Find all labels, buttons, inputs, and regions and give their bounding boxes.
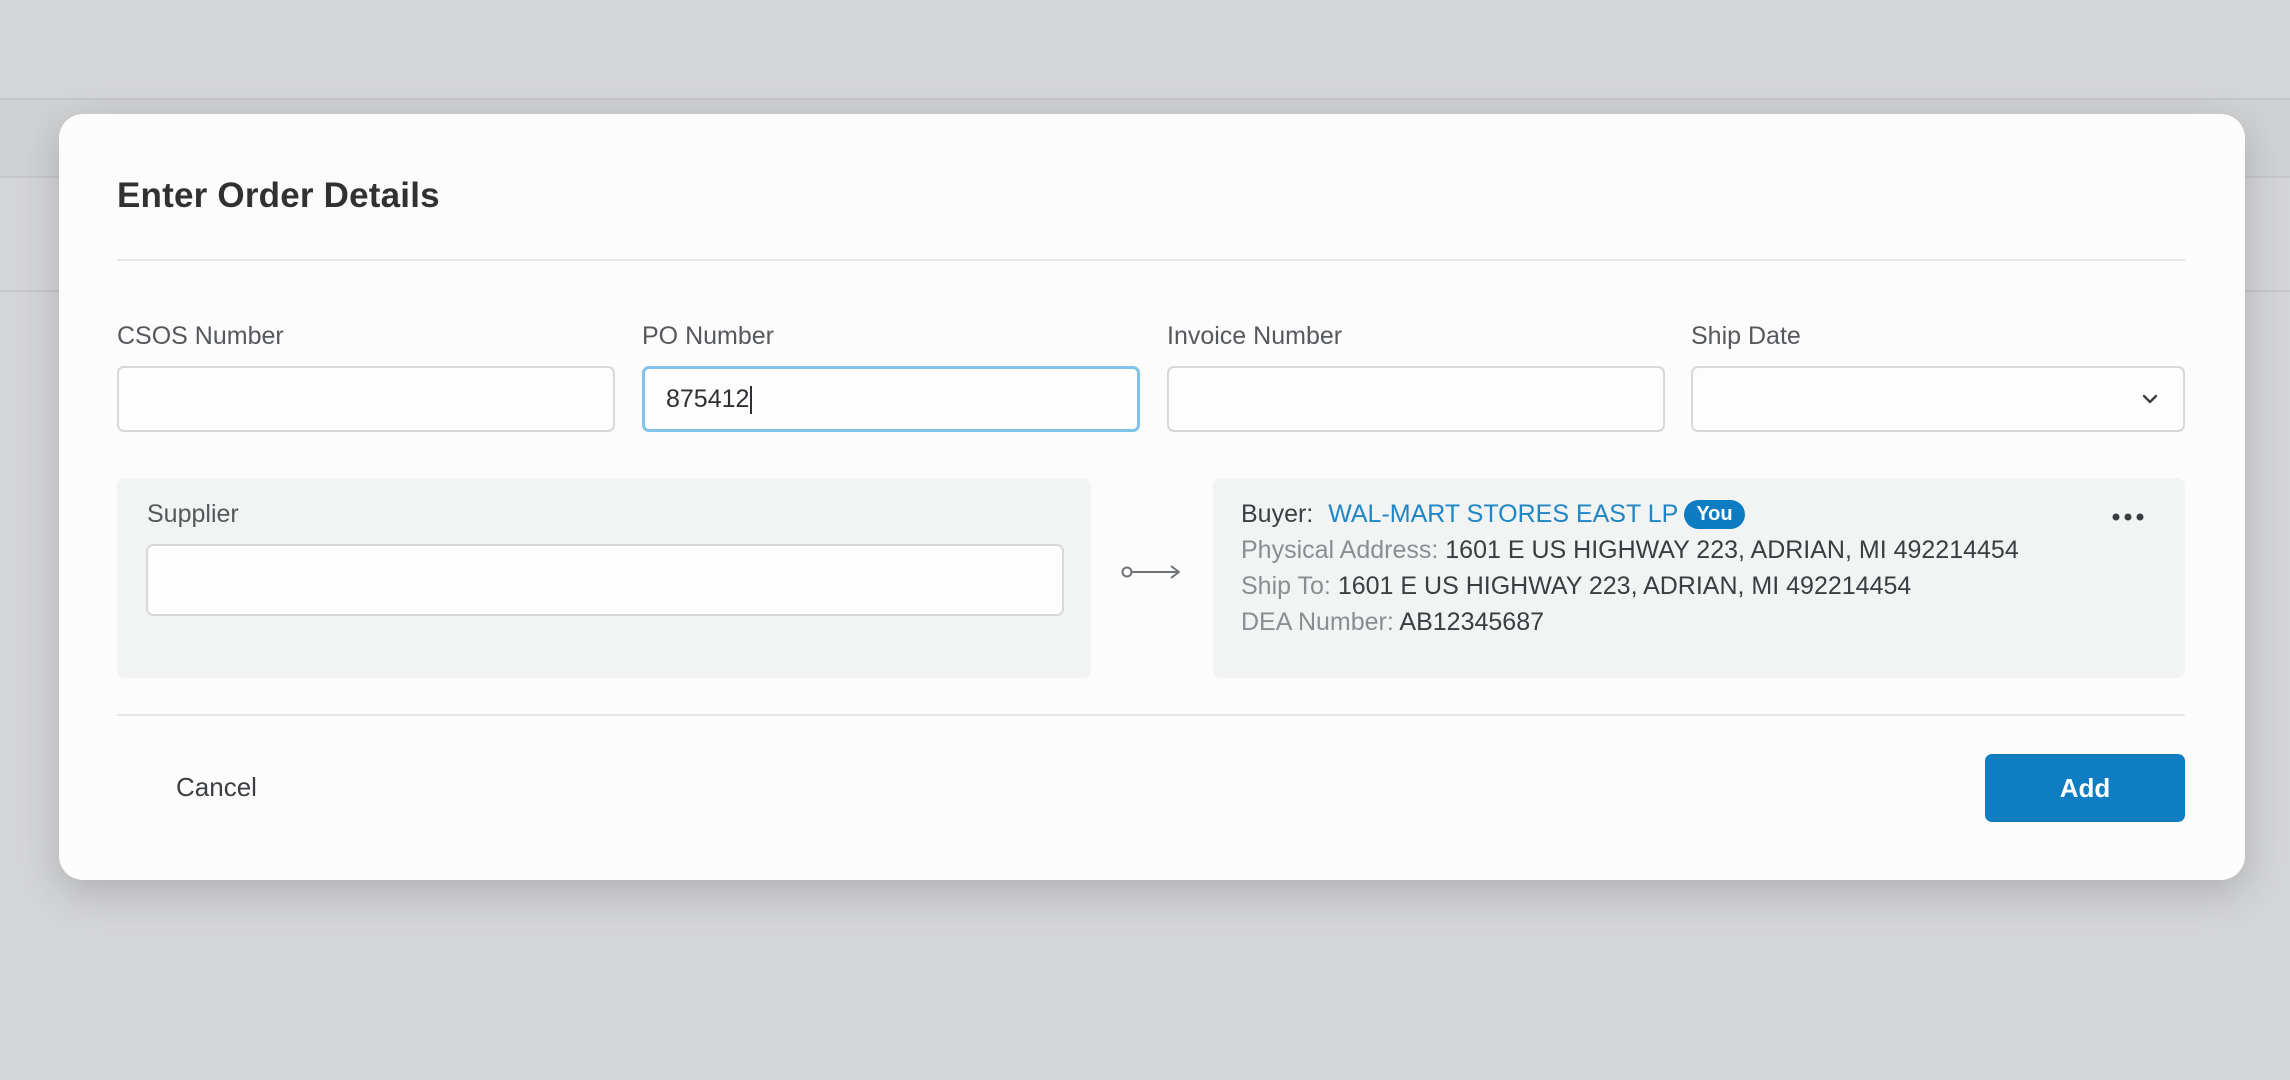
dea-number-label: DEA Number:	[1241, 608, 1394, 636]
dea-number-value: AB12345687	[1399, 608, 1545, 636]
ship-date-label: Ship Date	[1691, 322, 1801, 350]
supplier-label: Supplier	[147, 500, 239, 528]
more-horizontal-icon[interactable]	[2111, 512, 2145, 522]
ship-to-row: Ship To: 1601 E US HIGHWAY 223, ADRIAN, …	[1241, 572, 1911, 601]
physical-address-row: Physical Address: 1601 E US HIGHWAY 223,…	[1241, 536, 2019, 565]
header-divider	[117, 259, 2185, 261]
buyer-name-link[interactable]: WAL-MART STORES EAST LP	[1328, 500, 1678, 528]
csos-number-label: CSOS Number	[117, 322, 284, 350]
add-button[interactable]: Add	[1985, 754, 2185, 822]
ship-to-value: 1601 E US HIGHWAY 223, ADRIAN, MI 492214…	[1337, 572, 1912, 600]
ship-to-label: Ship To:	[1241, 572, 1331, 600]
invoice-number-label: Invoice Number	[1167, 322, 1343, 350]
po-number-value: 875412	[666, 385, 750, 413]
physical-address-label: Physical Address:	[1241, 536, 1439, 564]
arrow-right-icon	[1121, 565, 1180, 579]
buyer-row: Buyer: WAL-MART STORES EAST LP You	[1241, 500, 1745, 529]
text-caret	[750, 386, 753, 415]
ship-date-select[interactable]	[1691, 366, 2185, 432]
po-number-input[interactable]: 875412	[642, 366, 1140, 432]
modal-title: Enter Order Details	[117, 176, 440, 215]
physical-address-value: 1601 E US HIGHWAY 223, ADRIAN, MI 492214…	[1445, 536, 2019, 564]
supplier-panel: Supplier	[117, 478, 1091, 678]
chevron-down-icon	[2142, 394, 2158, 404]
invoice-number-input[interactable]	[1167, 366, 1665, 432]
footer-divider	[117, 714, 2185, 716]
you-badge: You	[1684, 500, 1745, 529]
csos-number-input[interactable]	[117, 366, 615, 432]
po-number-label: PO Number	[642, 322, 774, 350]
buyer-label: Buyer:	[1241, 500, 1314, 528]
supplier-input[interactable]	[146, 544, 1064, 616]
buyer-panel: Buyer: WAL-MART STORES EAST LP You Physic…	[1213, 478, 2185, 678]
order-details-modal: Enter Order Details CSOS Number PO Numbe…	[59, 114, 2245, 880]
dea-number-row: DEA Number: AB12345687	[1241, 608, 1544, 637]
cancel-button[interactable]: Cancel	[176, 772, 257, 803]
